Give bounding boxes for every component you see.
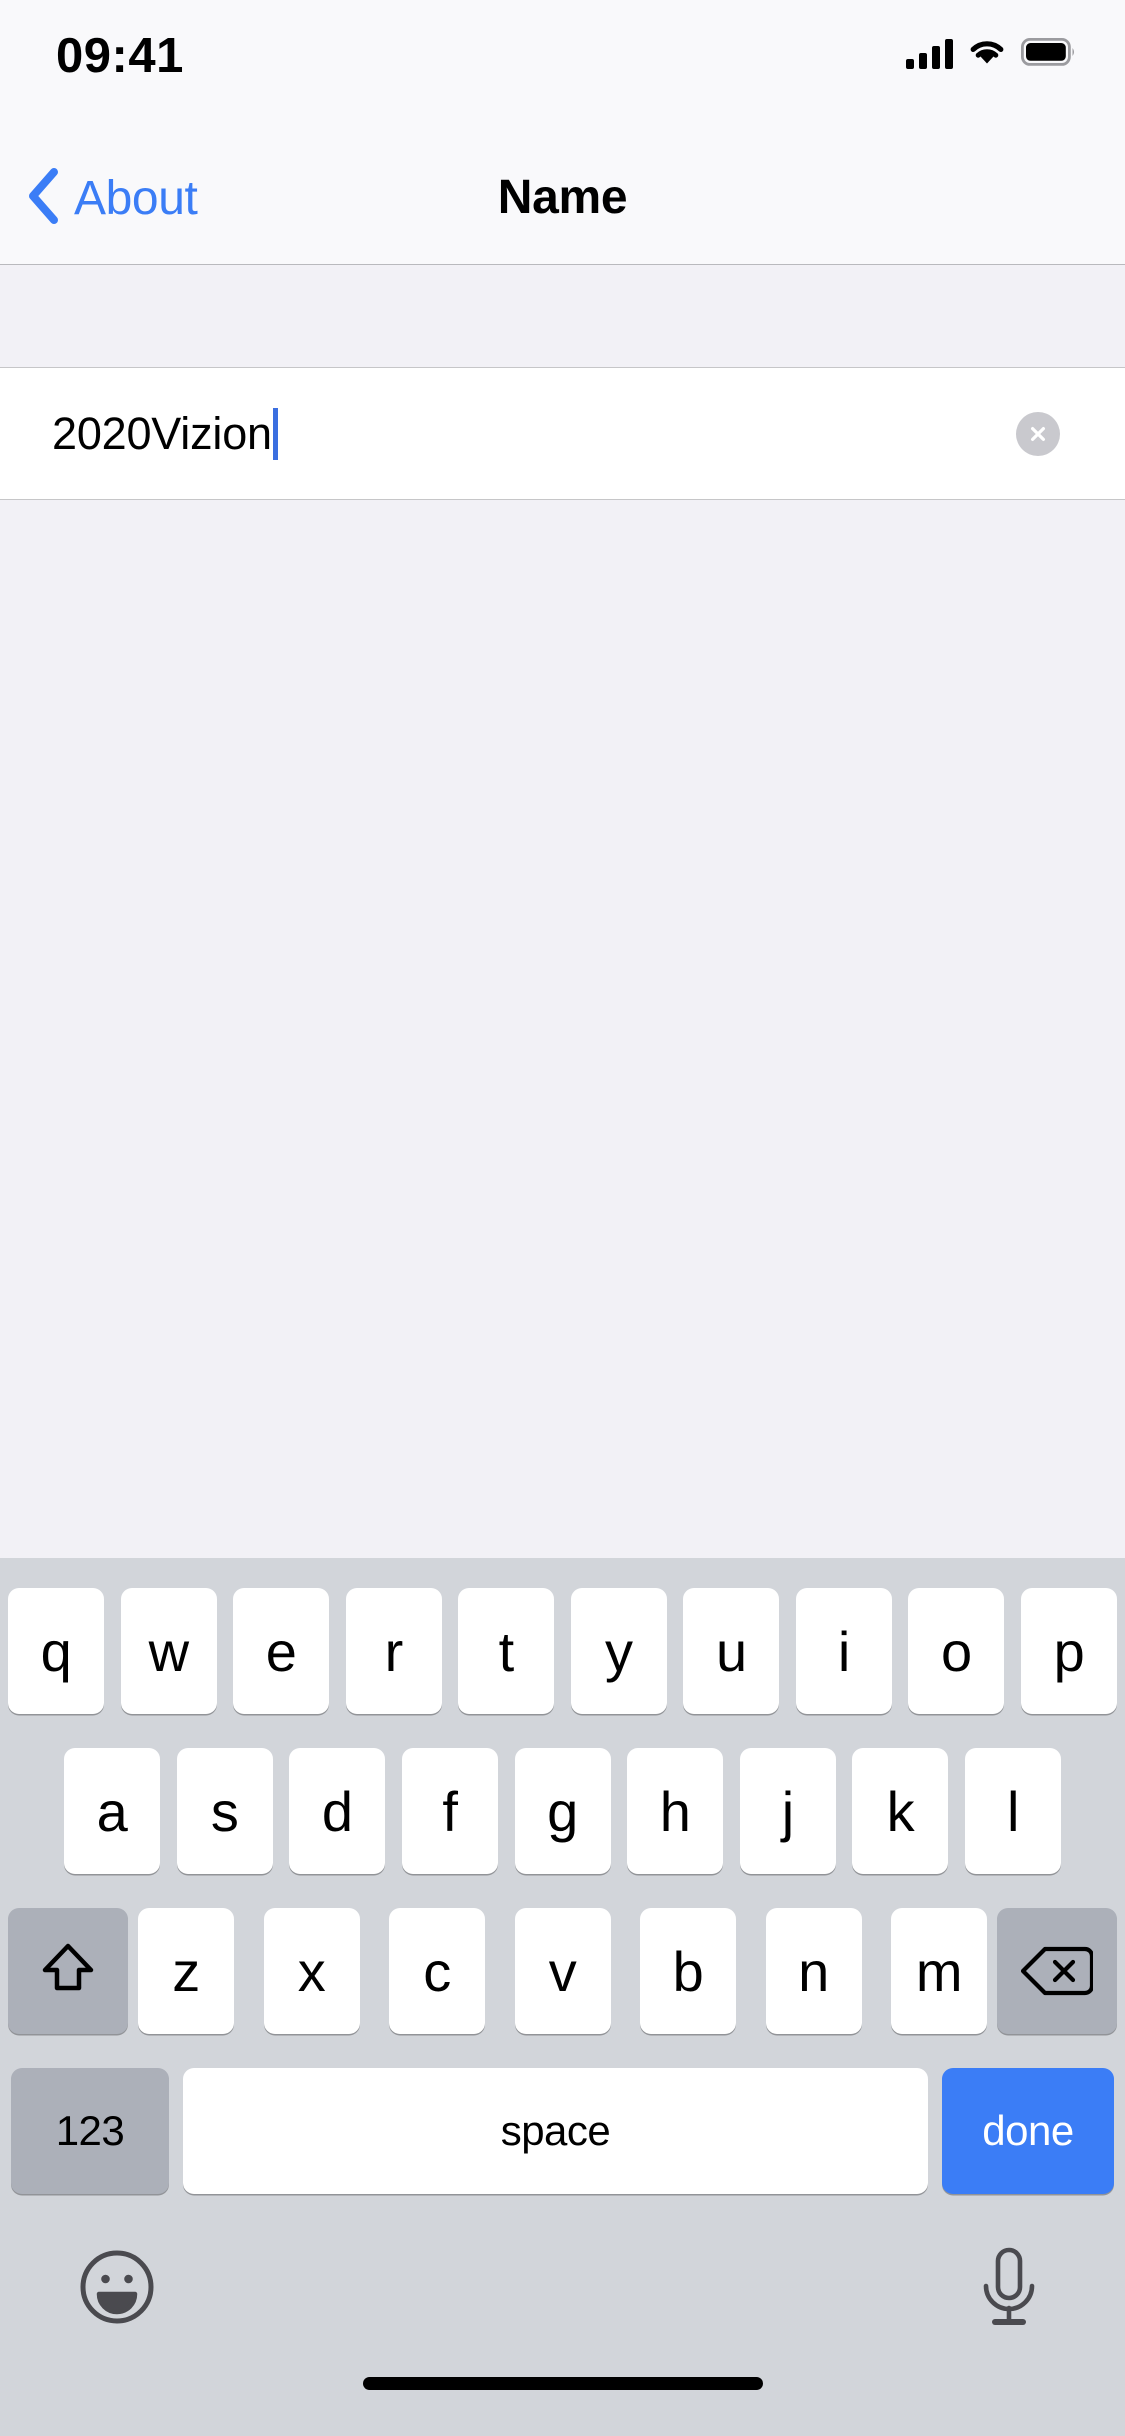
key-u[interactable]: u: [683, 1588, 780, 1714]
key-r[interactable]: r: [345, 1588, 442, 1714]
delete-backward-icon: [1021, 1946, 1093, 1996]
page-title: Name: [497, 171, 628, 224]
keyboard-row-3-letters: z x c v b n m: [138, 1908, 987, 2034]
key-p[interactable]: p: [1020, 1588, 1117, 1714]
home-indicator-bar: [362, 2377, 763, 2390]
done-key[interactable]: done: [942, 2068, 1114, 2194]
numbers-key[interactable]: 123: [11, 2068, 169, 2194]
cellular-signal-icon: [906, 39, 953, 69]
space-key[interactable]: space: [183, 2068, 928, 2194]
wifi-icon: [967, 37, 1007, 72]
iphone-screen: 09:41 About Name 2020Vizion q w e r t y …: [0, 0, 1125, 2436]
key-o[interactable]: o: [908, 1588, 1005, 1714]
key-d[interactable]: d: [289, 1748, 386, 1874]
key-t[interactable]: t: [458, 1588, 555, 1714]
battery-full-icon: [1020, 37, 1077, 71]
text-caret: [272, 408, 278, 460]
delete-key[interactable]: [997, 1908, 1117, 2034]
keyboard-row-1: q w e r t y u i o p: [0, 1588, 1125, 1714]
key-s[interactable]: s: [176, 1748, 273, 1874]
key-l[interactable]: l: [965, 1748, 1061, 1874]
shift-arrow-up-icon: [42, 1943, 94, 1991]
key-m[interactable]: m: [891, 1908, 987, 2034]
key-h[interactable]: h: [627, 1748, 724, 1874]
content-body: [0, 500, 1125, 1558]
shift-key[interactable]: [8, 1908, 128, 2034]
key-b[interactable]: b: [640, 1908, 736, 2034]
name-input[interactable]: 2020Vizion: [52, 368, 992, 500]
status-bar: 09:41: [0, 0, 1125, 132]
emoji-key[interactable]: [78, 2248, 156, 2326]
status-bar-indicators: [906, 34, 1077, 74]
key-y[interactable]: y: [570, 1588, 667, 1714]
keyboard-row-4: 123 space done: [0, 2068, 1125, 2194]
clear-text-button[interactable]: [1016, 411, 1060, 456]
key-a[interactable]: a: [64, 1748, 160, 1874]
key-f[interactable]: f: [401, 1748, 498, 1874]
key-z[interactable]: z: [138, 1908, 234, 2034]
name-field-row[interactable]: 2020Vizion: [0, 368, 1125, 500]
navigation-bar: About Name: [0, 132, 1125, 265]
key-v[interactable]: v: [514, 1908, 611, 2034]
key-c[interactable]: c: [389, 1908, 485, 2034]
microphone-icon: [983, 2247, 1035, 2325]
key-g[interactable]: g: [514, 1748, 611, 1874]
dictation-key[interactable]: [973, 2246, 1045, 2328]
key-n[interactable]: n: [765, 1908, 862, 2034]
software-keyboard: q w e r t y u i o p a s d f g h j k l z …: [0, 1558, 1125, 2436]
status-bar-time: 09:41: [56, 29, 184, 83]
clear-circle-x-icon: [1031, 426, 1045, 441]
name-input-value: 2020Vizion: [52, 408, 272, 459]
keyboard-row-3: z x c v b n m: [0, 1908, 1125, 2034]
key-j[interactable]: j: [739, 1748, 836, 1874]
key-i[interactable]: i: [795, 1588, 892, 1714]
content-top-spacer: [0, 265, 1125, 368]
keyboard-row-2: a s d f g h j k l: [0, 1748, 1125, 1874]
keyboard-bottom-bar: [0, 2228, 1125, 2378]
key-e[interactable]: e: [233, 1588, 330, 1714]
key-x[interactable]: x: [263, 1908, 360, 2034]
key-q[interactable]: q: [8, 1588, 104, 1714]
key-k[interactable]: k: [852, 1748, 949, 1874]
key-w[interactable]: w: [120, 1588, 217, 1714]
emoji-smiley-icon: [80, 2250, 154, 2324]
